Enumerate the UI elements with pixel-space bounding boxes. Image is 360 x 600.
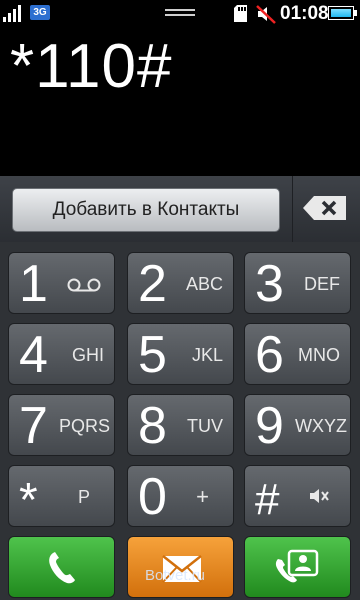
key-letters: WXYZ: [295, 416, 347, 436]
battery-level: [331, 9, 351, 17]
video-call-icon: [275, 549, 319, 583]
watermark-text: Botvet.ru: [145, 567, 206, 584]
key-digit: 8: [138, 397, 167, 455]
key-letters: DEF: [304, 274, 340, 294]
key-digit: 7: [19, 397, 48, 455]
key-3[interactable]: 3 DEF: [244, 252, 351, 314]
key-digit: *: [19, 474, 38, 527]
key-letters: MNO: [298, 345, 340, 365]
dial-display: *110#: [0, 28, 360, 176]
network-type-badge: 3G: [30, 5, 50, 20]
key-letters: P: [77, 487, 90, 507]
key-7[interactable]: 7 PQRS: [8, 394, 115, 456]
key-letters: +: [196, 484, 209, 509]
key-digit: 0: [138, 468, 167, 526]
key-9[interactable]: 9 WXYZ: [244, 394, 351, 456]
battery-icon: [328, 6, 357, 20]
sd-card-icon: [234, 5, 247, 22]
key-digit: 2: [138, 255, 167, 313]
backspace-icon[interactable]: [302, 194, 348, 222]
key-1[interactable]: 1: [8, 252, 115, 314]
dial-keypad: 1 2 ABC 3 DEF 4 GHI 5 JKL 6 MNO 7 PQRS 8…: [0, 242, 360, 532]
phone-icon: [49, 552, 75, 584]
divider: [292, 176, 293, 242]
signal-strength-icon: [3, 4, 25, 22]
key-6[interactable]: 6 MNO: [244, 323, 351, 385]
key-0[interactable]: 0 +: [127, 465, 234, 527]
key-2[interactable]: 2 ABC: [127, 252, 234, 314]
voicemail-icon: [67, 278, 101, 292]
video-call-button[interactable]: [244, 536, 351, 598]
call-button[interactable]: [8, 536, 115, 598]
key-digit: 1: [19, 255, 48, 313]
key-star[interactable]: * P: [8, 465, 115, 527]
key-digit: 5: [138, 326, 167, 384]
add-to-contacts-button[interactable]: Добавить в Контакты: [12, 188, 280, 232]
key-letters: PQRS: [58, 416, 110, 436]
mute-icon: [310, 489, 329, 503]
key-letters: TUV: [187, 416, 223, 436]
key-digit: 3: [255, 255, 284, 313]
key-digit: 9: [255, 397, 284, 455]
key-letters: ABC: [185, 274, 223, 294]
key-digit: 6: [255, 326, 284, 384]
mute-icon: [256, 5, 276, 24]
key-4[interactable]: 4 GHI: [8, 323, 115, 385]
key-hash[interactable]: #: [244, 465, 351, 527]
call-action-bar: [0, 532, 360, 600]
action-bar: Добавить в Контакты: [0, 176, 360, 242]
key-digit: #: [255, 475, 280, 524]
key-8[interactable]: 8 TUV: [127, 394, 234, 456]
key-letters: JKL: [191, 345, 223, 365]
clock: 01:08: [280, 3, 329, 24]
dialed-number: *110#: [10, 32, 173, 101]
key-letters: GHI: [71, 345, 104, 365]
key-5[interactable]: 5 JKL: [127, 323, 234, 385]
notification-drag-handle[interactable]: [165, 9, 195, 18]
status-bar: 3G 01:08: [0, 0, 360, 28]
key-digit: 4: [19, 326, 48, 384]
